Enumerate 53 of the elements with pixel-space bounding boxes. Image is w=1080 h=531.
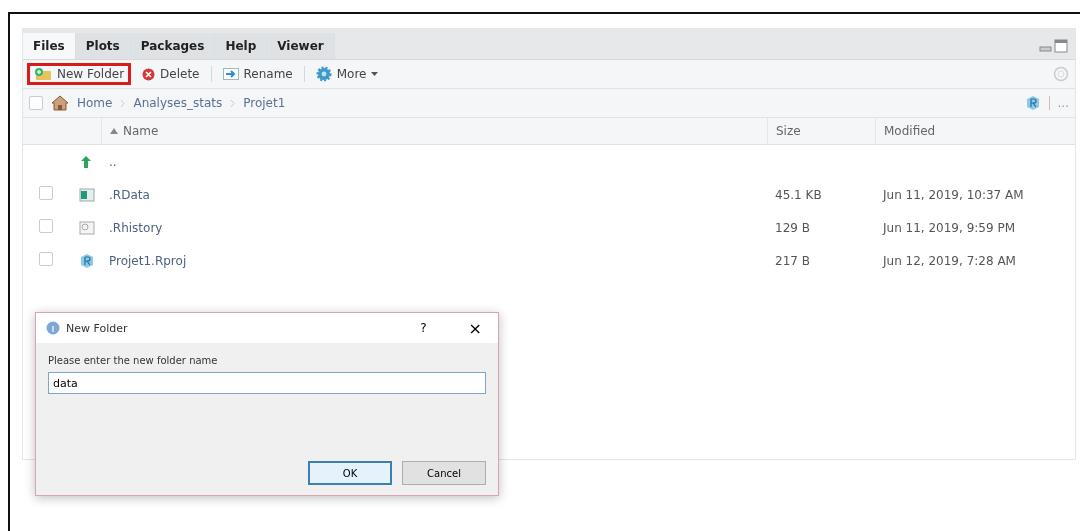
window-controls-icon[interactable] [1039, 39, 1069, 53]
tab[interactable]: Files [23, 33, 76, 59]
chevron-icon [120, 98, 126, 108]
cube-icon [79, 252, 95, 269]
dialog-button[interactable]: Cancel [402, 461, 486, 485]
dialog-prompt: Please enter the new folder name [48, 355, 219, 366]
column-label: Name [123, 124, 159, 138]
parent-link[interactable]: .. [109, 154, 117, 169]
gear-icon [315, 66, 332, 82]
up-arrow-icon[interactable] [79, 154, 93, 169]
tab[interactable]: Help [215, 33, 268, 59]
row-checkbox[interactable] [39, 252, 53, 266]
help-button[interactable]: ? [414, 320, 433, 336]
size-cell-text: 45.1 KB [774, 187, 823, 202]
column-header[interactable]: Name [101, 118, 767, 144]
breadcrumb-link[interactable]: Analyses_stats [133, 96, 223, 110]
cube-icon[interactable] [1024, 95, 1041, 111]
delete-icon [142, 67, 156, 81]
select-all-checkbox[interactable] [29, 96, 43, 110]
size-cell-text: 129 B [774, 220, 811, 235]
file-link[interactable]: .Rhistory [109, 220, 163, 235]
column-header[interactable]: Modified [875, 118, 1075, 144]
close-button[interactable]: × [462, 317, 488, 339]
sort-up-icon [110, 128, 118, 134]
dialog-title: New Folder [66, 321, 128, 335]
modified-cell-text: Jun 11, 2019, 10:37 AM [881, 187, 1025, 202]
toolbar-button[interactable]: More [308, 62, 386, 86]
breadcrumb-link[interactable]: Projet1 [243, 96, 286, 110]
modified-cell-text: Jun 11, 2019, 9:59 PM [881, 220, 1016, 235]
file-link[interactable]: .RData [109, 187, 150, 202]
modified-cell-text: Jun 12, 2019, 7:28 AM [881, 253, 1017, 268]
rename-icon [222, 68, 239, 80]
column-header[interactable]: Size [767, 118, 875, 144]
home-icon[interactable] [51, 95, 69, 111]
row-checkbox[interactable] [39, 219, 53, 233]
folder-name-field[interactable]: data [48, 372, 486, 394]
tab[interactable]: Plots [75, 33, 131, 59]
breadcrumb-link[interactable]: Home [77, 96, 113, 110]
caret-icon [371, 72, 379, 76]
toolbar-button[interactable]: Rename [215, 63, 300, 85]
document-icon [79, 220, 95, 235]
row-checkbox[interactable] [39, 186, 53, 200]
dialog-button[interactable]: OK [308, 461, 392, 485]
chevron-icon [230, 98, 236, 108]
file-link[interactable]: Projet1.Rproj [109, 253, 187, 268]
folder-plus-icon [34, 67, 52, 81]
tab[interactable]: Viewer [267, 33, 335, 59]
info-icon [46, 321, 60, 335]
tab[interactable]: Packages [130, 33, 216, 59]
data-file-icon [79, 187, 95, 202]
size-cell-text: 217 B [774, 253, 811, 268]
toolbar-button[interactable]: New Folder [27, 63, 132, 85]
toolbar-button[interactable]: Delete [135, 63, 207, 85]
